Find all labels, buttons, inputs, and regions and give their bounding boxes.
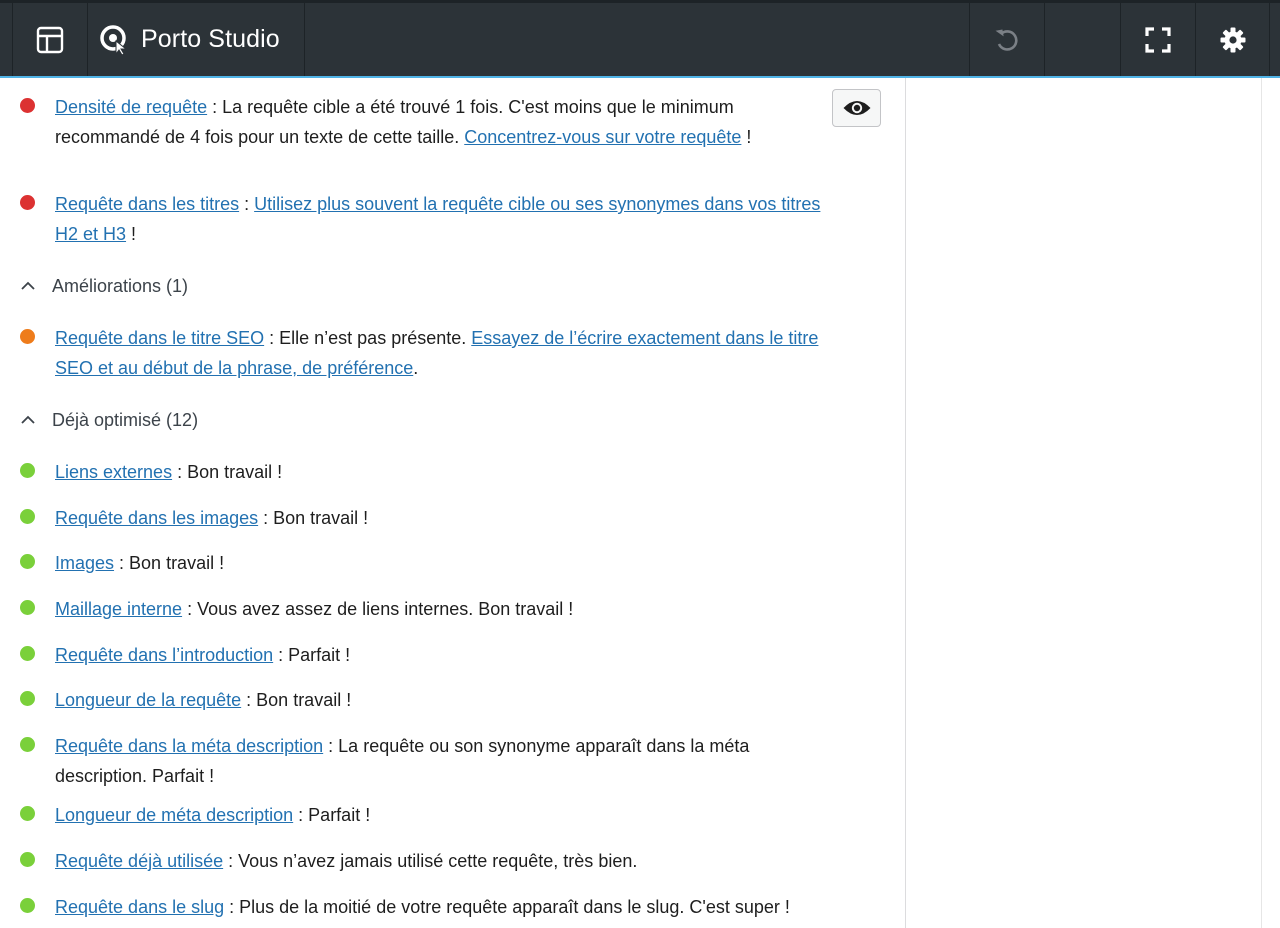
status-good-bullet — [20, 737, 35, 752]
status-good-bullet — [20, 806, 35, 821]
status-ok-bullet — [20, 329, 35, 344]
undo-icon — [995, 29, 1018, 51]
list-item-text: Longueur de la requête : Bon travail ! — [55, 690, 352, 710]
status-good-bullet — [20, 509, 35, 524]
chevron-up-icon — [21, 281, 35, 290]
status-good-bullet — [20, 646, 35, 661]
optimized-toggle[interactable]: Déjà optimisé (12) — [20, 405, 198, 435]
list-item-text: Requête dans les images : Bon travail ! — [55, 508, 369, 528]
scrollbar[interactable] — [1262, 78, 1280, 928]
result-link[interactable]: Maillage interne — [55, 599, 182, 619]
result-link[interactable]: Requête dans les images — [55, 508, 258, 528]
list-item-text: Requête dans les titres : Utilisez plus … — [55, 194, 821, 244]
fullscreen-icon — [1145, 26, 1171, 53]
fix-link[interactable]: Concentrez-vous sur votre requête — [464, 127, 741, 147]
brand: Porto Studio — [87, 3, 305, 76]
list-item-text: Requête déjà utilisée : Vous n’avez jama… — [55, 851, 638, 871]
eye-icon — [843, 101, 870, 115]
layout-icon — [36, 26, 64, 53]
gear-icon — [1220, 27, 1245, 52]
brand-name: Porto Studio — [141, 25, 280, 53]
top-toolbar: Porto Studio — [0, 0, 1280, 78]
result-link[interactable]: Longueur de la requête — [55, 690, 241, 710]
result-link[interactable]: Densité de requête — [55, 97, 207, 117]
seo-analysis-panel: Densité de requête : La requête cible a … — [0, 78, 906, 928]
list-item-text: Images : Bon travail ! — [55, 553, 225, 573]
section-heading: Améliorations (1) — [52, 275, 189, 296]
result-link[interactable]: Liens externes — [55, 462, 172, 482]
toolbar-spacer — [1045, 3, 1121, 76]
status-good-bullet — [20, 898, 35, 913]
fullscreen-button[interactable] — [1121, 3, 1196, 76]
result-link[interactable]: Requête dans la méta description — [55, 736, 323, 756]
section-heading: Déjà optimisé (12) — [52, 409, 199, 430]
list-item-text: Densité de requête : La requête cible a … — [55, 97, 752, 147]
status-bad-bullet — [20, 195, 35, 210]
highlight-toggle-button[interactable] — [832, 89, 881, 127]
status-bad-bullet — [20, 98, 35, 113]
undo-button[interactable] — [969, 3, 1045, 76]
result-link[interactable]: Longueur de méta description — [55, 805, 293, 825]
result-link[interactable]: Requête dans le slug — [55, 897, 224, 917]
settings-button[interactable] — [1196, 3, 1270, 76]
list-item-text: Requête dans l’introduction : Parfait ! — [55, 645, 351, 665]
porto-logo-icon — [100, 24, 128, 56]
side-panel — [907, 78, 1262, 928]
list-item-text: Requête dans le slug : Plus de la moitié… — [55, 897, 790, 917]
result-link[interactable]: Requête déjà utilisée — [55, 851, 223, 871]
status-good-bullet — [20, 554, 35, 569]
list-item-text: Requête dans le titre SEO : Elle n’est p… — [55, 328, 819, 378]
status-good-bullet — [20, 852, 35, 867]
result-link[interactable]: Requête dans l’introduction — [55, 645, 273, 665]
status-good-bullet — [20, 463, 35, 478]
list-item-text: Liens externes : Bon travail ! — [55, 462, 283, 482]
result-link[interactable]: Images — [55, 553, 114, 573]
status-good-bullet — [20, 691, 35, 706]
list-item-text: Longueur de méta description : Parfait ! — [55, 805, 371, 825]
list-item-text: Maillage interne : Vous avez assez de li… — [55, 599, 574, 619]
chevron-up-icon — [21, 415, 35, 424]
layout-button[interactable] — [12, 3, 88, 76]
status-good-bullet — [20, 600, 35, 615]
result-link[interactable]: Requête dans le titre SEO — [55, 328, 264, 348]
improvements-toggle[interactable]: Améliorations (1) — [20, 271, 188, 301]
list-item-text: Requête dans la méta description : La re… — [55, 736, 750, 786]
result-link[interactable]: Requête dans les titres — [55, 194, 239, 214]
